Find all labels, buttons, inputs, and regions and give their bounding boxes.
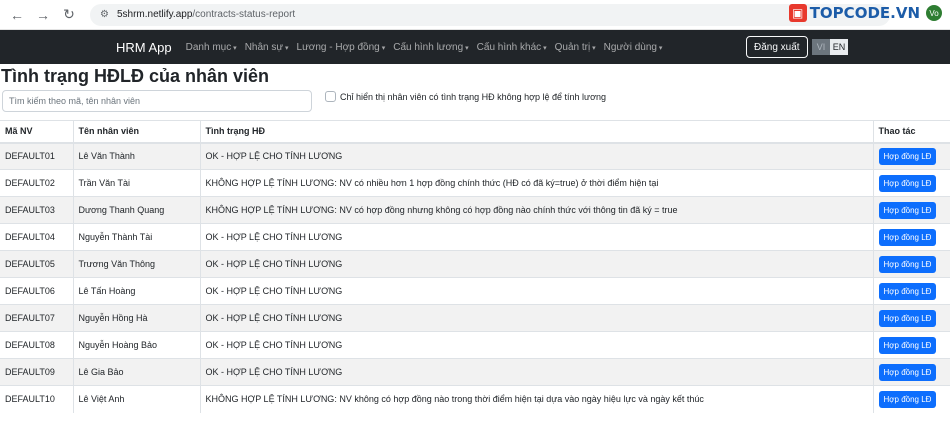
cell-actions: Hợp đồng LĐ	[872, 358, 950, 386]
url-path: /contracts-status-report	[192, 9, 296, 20]
table-row: DEFAULT10 Lê Việt Anh KHÔNG HỢP LỆ TÍNH LƯ…	[0, 385, 950, 413]
labor-contract-button[interactable]: Hợp đồng LĐ	[878, 228, 937, 246]
cell-actions: Hợp đồng LĐ	[872, 277, 950, 305]
table-row: DEFAULT09 Lê Gia Bảo OK - HỢP LỆ CHO TÍNH …	[0, 358, 950, 386]
nav-quan-tri[interactable]: Quản trị	[555, 42, 596, 53]
header-actions: Thao tác	[872, 120, 950, 144]
cell-contract-status: KHÔNG HỢP LỆ TÍNH LƯƠNG: NV không có hợp…	[199, 385, 873, 413]
nav-danh-muc[interactable]: Danh mục	[186, 42, 237, 53]
cell-employee-name: Lê Văn Thành	[72, 142, 200, 170]
lang-en-button[interactable]: EN	[830, 39, 848, 55]
invalid-filter[interactable]: Chỉ hiển thị nhân viên có tình trạng HĐ …	[325, 91, 606, 102]
table-row: DEFAULT03 Dương Thanh Quang KHÔNG HỢP LỆ T…	[0, 196, 950, 224]
cell-actions: Hợp đồng LĐ	[872, 196, 950, 224]
labor-contract-button[interactable]: Hợp đồng LĐ	[878, 390, 937, 408]
cell-employee-id: DEFAULT06	[0, 277, 73, 305]
cell-employee-name: Nguyễn Hồng Hà	[72, 304, 200, 332]
lang-vi-button[interactable]: VI	[812, 39, 830, 55]
cell-contract-status: OK - HỢP LỆ CHO TÍNH LƯƠNG	[199, 250, 873, 278]
address-bar[interactable]: ⚙ 5shrm.netlify.app/contracts-status-rep…	[90, 3, 890, 26]
cell-employee-name: Lê Gia Bảo	[72, 358, 200, 386]
cell-contract-status: KHÔNG HỢP LỆ TÍNH LƯƠNG: NV có hợp đồng …	[199, 196, 873, 224]
header-employee-name: Tên nhân viên	[72, 120, 200, 144]
topcode-logo-icon: ▣	[788, 4, 807, 22]
cell-employee-id: DEFAULT04	[0, 223, 73, 251]
topcode-logo: ▣ TOPCODE.VN	[788, 4, 920, 22]
table-row: DEFAULT04 Nguyễn Thành Tài OK - HỢP LỆ CHO…	[0, 223, 950, 251]
invalid-filter-checkbox[interactable]	[325, 91, 336, 102]
main-navbar: HRM App Danh mục Nhân sự Lương - Hợp đồn…	[0, 30, 950, 64]
labor-contract-button[interactable]: Hợp đồng LĐ	[878, 255, 937, 273]
cell-actions: Hợp đồng LĐ	[872, 223, 950, 251]
cell-employee-id: DEFAULT08	[0, 331, 73, 359]
cell-contract-status: OK - HỢP LỆ CHO TÍNH LƯƠNG	[199, 142, 873, 170]
nav-nhan-su[interactable]: Nhân sự	[245, 42, 289, 53]
url-host: 5shrm.netlify.app	[116, 9, 193, 20]
cell-employee-id: DEFAULT02	[0, 169, 73, 197]
table-row: DEFAULT02 Trần Văn Tài KHÔNG HỢP LỆ TÍNH L…	[0, 169, 950, 197]
nav-nguoi-dung[interactable]: Người dùng	[604, 42, 663, 53]
cell-employee-id: DEFAULT10	[0, 385, 73, 413]
cell-employee-name: Trương Văn Thông	[72, 250, 200, 278]
cell-actions: Hợp đồng LĐ	[872, 304, 950, 332]
labor-contract-button[interactable]: Hợp đồng LĐ	[878, 363, 937, 381]
nav-luong-hop-dong[interactable]: Lương - Hợp đồng	[297, 42, 386, 53]
page-title: Tình trạng HĐLĐ của nhân viên	[1, 66, 270, 86]
cell-employee-id: DEFAULT09	[0, 358, 73, 386]
table-row: DEFAULT01 Lê Văn Thành OK - HỢP LỆ CHO TÍN…	[0, 142, 950, 170]
cell-actions: Hợp đồng LĐ	[872, 250, 950, 278]
forward-arrow-icon[interactable]: →	[32, 4, 54, 26]
labor-contract-button[interactable]: Hợp đồng LĐ	[878, 336, 937, 354]
cell-actions: Hợp đồng LĐ	[872, 385, 950, 413]
search-input[interactable]	[2, 90, 312, 112]
cell-employee-name: Trần Văn Tài	[72, 169, 200, 197]
browser-toolbar: ← → ↻ ⚙ 5shrm.netlify.app/contracts-stat…	[0, 0, 950, 30]
cell-employee-name: Dương Thanh Quang	[72, 196, 200, 224]
cell-actions: Hợp đồng LĐ	[872, 142, 950, 170]
logout-button[interactable]: Đăng xuất	[746, 36, 808, 58]
cell-employee-id: DEFAULT07	[0, 304, 73, 332]
cell-contract-status: OK - HỢP LỆ CHO TÍNH LƯƠNG	[199, 331, 873, 359]
cell-contract-status: OK - HỢP LỆ CHO TÍNH LƯƠNG	[199, 358, 873, 386]
table-header-row: Mã NV Tên nhân viên Tình trạng HĐ Thao t…	[0, 120, 950, 144]
table-row: DEFAULT05 Trương Văn Thông OK - HỢP LỆ CHO…	[0, 250, 950, 278]
cell-contract-status: OK - HỢP LỆ CHO TÍNH LƯƠNG	[199, 223, 873, 251]
topcode-logo-text: TOPCODE.VN	[809, 4, 920, 22]
profile-avatar[interactable]: Vo	[926, 5, 942, 21]
invalid-filter-label[interactable]: Chỉ hiển thị nhân viên có tình trạng HĐ …	[340, 92, 606, 102]
contracts-status-table: Mã NV Tên nhân viên Tình trạng HĐ Thao t…	[0, 120, 950, 413]
labor-contract-button[interactable]: Hợp đồng LĐ	[878, 309, 937, 327]
cell-employee-id: DEFAULT03	[0, 196, 73, 224]
reload-icon[interactable]: ↻	[58, 4, 80, 26]
cell-contract-status: KHÔNG HỢP LỆ TÍNH LƯƠNG: NV có nhiều hơn…	[199, 169, 873, 197]
table-row: DEFAULT08 Nguyễn Hoàng Bảo OK - HỢP LỆ CHO…	[0, 331, 950, 359]
header-contract-status: Tình trạng HĐ	[199, 120, 873, 144]
labor-contract-button[interactable]: Hợp đồng LĐ	[878, 282, 937, 300]
nav-cau-hinh-khac[interactable]: Cấu hình khác	[477, 42, 547, 53]
cell-employee-name: Lê Việt Anh	[72, 385, 200, 413]
back-arrow-icon[interactable]: ←	[6, 4, 28, 26]
cell-contract-status: OK - HỢP LỆ CHO TÍNH LƯƠNG	[199, 277, 873, 305]
cell-employee-name: Lê Tấn Hoàng	[72, 277, 200, 305]
table-row: DEFAULT07 Nguyễn Hồng Hà OK - HỢP LỆ CHO T…	[0, 304, 950, 332]
cell-employee-name: Nguyễn Hoàng Bảo	[72, 331, 200, 359]
labor-contract-button[interactable]: Hợp đồng LĐ	[878, 201, 937, 219]
labor-contract-button[interactable]: Hợp đồng LĐ	[878, 174, 937, 192]
cell-actions: Hợp đồng LĐ	[872, 169, 950, 197]
cell-employee-id: DEFAULT05	[0, 250, 73, 278]
cell-contract-status: OK - HỢP LỆ CHO TÍNH LƯƠNG	[199, 304, 873, 332]
brand[interactable]: HRM App	[116, 40, 172, 55]
cell-actions: Hợp đồng LĐ	[872, 331, 950, 359]
table-row: DEFAULT06 Lê Tấn Hoàng OK - HỢP LỆ CHO TÍN…	[0, 277, 950, 305]
cell-employee-id: DEFAULT01	[0, 142, 73, 170]
labor-contract-button[interactable]: Hợp đồng LĐ	[878, 147, 937, 165]
nav-cau-hinh-luong[interactable]: Cấu hình lương	[393, 42, 468, 53]
site-info-icon[interactable]: ⚙	[100, 9, 109, 20]
cell-employee-name: Nguyễn Thành Tài	[72, 223, 200, 251]
header-employee-id: Mã NV	[0, 120, 73, 144]
